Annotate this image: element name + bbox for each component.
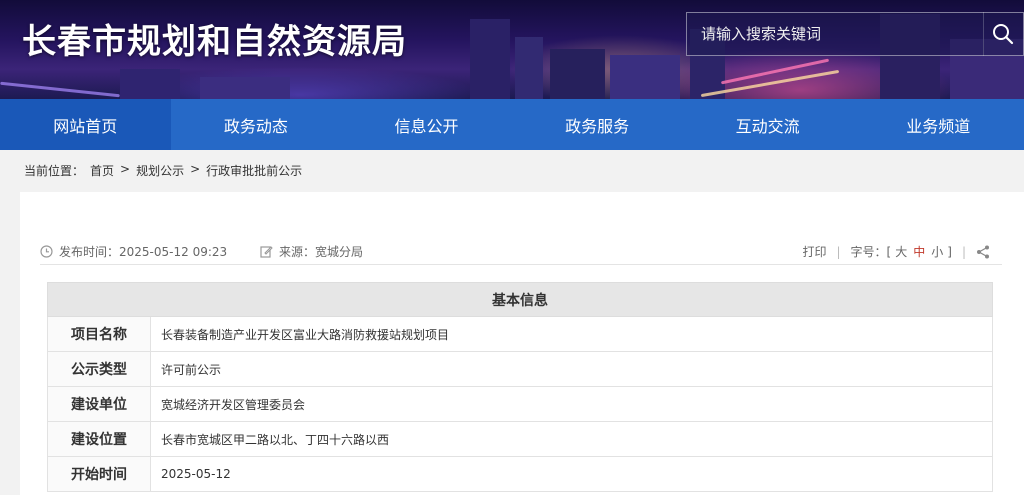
row-value: 长春装备制造产业开发区富业大路消防救援站规划项目 (150, 316, 993, 352)
breadcrumb-separator: > (190, 162, 201, 176)
main-nav: 网站首页 政务动态 信息公开 政务服务 互动交流 业务频道 (0, 99, 1024, 150)
font-size-medium-button[interactable]: 中 (913, 243, 925, 260)
meta-divider (40, 264, 1002, 265)
row-value: 长春市宽城区甲二路以北、丁四十六路以西 (150, 421, 993, 457)
nav-item-news[interactable]: 政务动态 (171, 99, 342, 150)
publish-time-value: 2025-05-12 09:23 (119, 244, 228, 259)
share-icon[interactable] (976, 245, 990, 259)
publish-label: 发布时间： (59, 245, 120, 259)
table-row: 建设单位 宽城经济开发区管理委员会 (47, 386, 993, 422)
breadcrumb: 当前位置： 首页 > 规划公示 > 行政审批批前公示 (24, 162, 302, 179)
clock-icon (40, 245, 53, 258)
nav-item-business-channel[interactable]: 业务频道 (853, 99, 1024, 150)
table-row: 项目名称 长春装备制造产业开发区富业大路消防救援站规划项目 (47, 316, 993, 352)
font-size-bracket-close: ] (947, 244, 952, 259)
row-label: 项目名称 (47, 316, 151, 352)
row-label: 开始时间 (47, 456, 151, 492)
row-value: 2025-05-12 (150, 456, 993, 492)
font-size-bracket-open: [ (886, 244, 892, 259)
publish-time: 发布时间： 2025-05-12 09:23 (40, 243, 227, 260)
table-title: 基本信息 (47, 282, 993, 317)
article-meta: 发布时间： 2025-05-12 09:23 来源： 宽城分局 打印 | 字号： [… (40, 240, 1000, 262)
breadcrumb-prefix: 当前位置： (24, 164, 85, 178)
row-value: 许可前公示 (150, 351, 993, 387)
row-label: 建设单位 (47, 386, 151, 422)
basic-info-table: 基本信息 项目名称 长春装备制造产业开发区富业大路消防救援站规划项目 公示类型 … (47, 282, 993, 492)
breadcrumb-planning-notice[interactable]: 规划公示 (136, 162, 184, 179)
breadcrumb-home[interactable]: 首页 (90, 162, 114, 179)
row-value: 宽城经济开发区管理委员会 (150, 386, 993, 422)
tools-separator: | (961, 244, 966, 259)
print-button[interactable]: 打印 (802, 243, 826, 260)
row-label: 公示类型 (47, 351, 151, 387)
row-label: 建设位置 (47, 421, 151, 457)
site-title[interactable]: 长春市规划和自然资源局 (22, 14, 407, 63)
breadcrumb-separator: > (120, 162, 131, 176)
article-source: 来源： 宽城分局 (260, 243, 363, 260)
nav-item-gov-services[interactable]: 政务服务 (512, 99, 683, 150)
table-row: 建设位置 长春市宽城区甲二路以北、丁四十六路以西 (47, 421, 993, 457)
font-size-label: 字号： (850, 245, 887, 259)
source-value: 宽城分局 (315, 245, 364, 259)
font-size-large-button[interactable]: 大 (895, 243, 907, 260)
content-card: 发布时间： 2025-05-12 09:23 来源： 宽城分局 打印 | 字号： [… (20, 192, 1024, 495)
search-input[interactable] (686, 12, 984, 56)
tools-separator: | (836, 244, 841, 259)
table-row: 公示类型 许可前公示 (47, 351, 993, 387)
nav-item-info-disclosure[interactable]: 信息公开 (341, 99, 512, 150)
nav-item-home[interactable]: 网站首页 (0, 99, 171, 150)
breadcrumb-approval-notice[interactable]: 行政审批批前公示 (206, 162, 302, 179)
nav-item-interaction[interactable]: 互动交流 (682, 99, 853, 150)
table-row: 开始时间 2025-05-12 (47, 456, 993, 492)
header-banner: 长春市规划和自然资源局 (0, 0, 1024, 99)
article-tools: 打印 | 字号： [ 大 中 小 ] | (802, 243, 990, 260)
source-label: 来源： (279, 245, 316, 259)
search-icon (993, 24, 1014, 45)
search-button[interactable] (983, 12, 1024, 56)
font-size-small-button[interactable]: 小 (931, 243, 943, 260)
edit-icon (260, 246, 273, 258)
